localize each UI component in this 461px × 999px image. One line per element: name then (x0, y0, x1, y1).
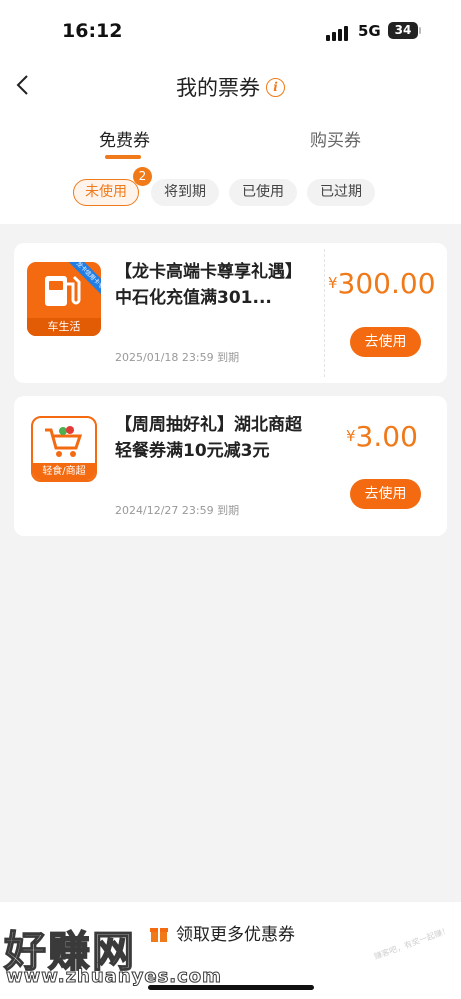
car-life-logo: 龙卡信用卡专享 车生活 (27, 262, 101, 336)
page-title: 我的票券 (176, 76, 260, 100)
icon-label: 轻食/商超 (33, 463, 95, 480)
coupon-card[interactable]: 轻食/商超 【周周抽好礼】湖北商超轻餐券满10元减3元 2024/12/27 2… (14, 396, 447, 536)
coupon-amount: 300.00 (337, 267, 436, 300)
get-more-coupons-label: 领取更多优惠券 (176, 925, 295, 945)
status-time: 16:12 (62, 20, 123, 42)
coupon-expiry: 2025/01/18 23:59 到期 (115, 351, 240, 364)
watermark-url: www.zhuanyes.com (6, 966, 222, 988)
coupon-price: ¥300.00 (328, 267, 436, 300)
filter-expired[interactable]: 已过期 (307, 179, 375, 206)
coupon-expiry: 2024/12/27 23:59 到期 (115, 504, 240, 517)
coupon-amount: 3.00 (355, 420, 418, 453)
coupon-card[interactable]: 龙卡信用卡专享 车生活 【龙卡高端卡尊享礼遇】中石化充值满301... 2025… (14, 243, 447, 383)
home-indicator (148, 985, 314, 990)
use-coupon-button[interactable]: 去使用 (350, 327, 421, 357)
status-bar: 16:12 5G 34 (0, 0, 461, 62)
network-type: 5G (358, 22, 381, 40)
icon-label: 车生活 (27, 318, 101, 336)
signal-icon (326, 26, 348, 41)
filter-unused[interactable]: 未使用 (73, 179, 139, 206)
battery-icon: 34 (388, 22, 418, 39)
gift-icon (150, 927, 168, 942)
filter-expiring[interactable]: 将到期 (151, 179, 219, 206)
currency-symbol: ¥ (346, 427, 356, 445)
use-coupon-button[interactable]: 去使用 (350, 479, 421, 509)
coupon-title: 【周周抽好礼】湖北商超轻餐券满10元减3元 (115, 415, 302, 461)
tab-purchased-coupons[interactable]: 购买券 (310, 126, 361, 151)
card-divider (324, 249, 325, 377)
tab-free-coupons[interactable]: 免费券 (99, 126, 150, 151)
coupon-price: ¥3.00 (346, 420, 418, 453)
coupon-title: 【龙卡高端卡尊享礼遇】中石化充值满301... (115, 262, 302, 308)
info-icon[interactable]: i (266, 77, 285, 97)
active-tab-indicator (105, 155, 141, 159)
shopping-cart-icon (45, 426, 83, 457)
get-more-coupons-link[interactable]: 领取更多优惠券 (148, 920, 295, 945)
currency-symbol: ¥ (328, 274, 338, 292)
page-title-row: 我的票券 i (0, 72, 461, 102)
unused-count-badge: 2 (133, 167, 152, 186)
battery-tip (419, 27, 421, 34)
filter-used[interactable]: 已使用 (229, 179, 297, 206)
grocery-logo: 轻食/商超 (31, 416, 97, 482)
